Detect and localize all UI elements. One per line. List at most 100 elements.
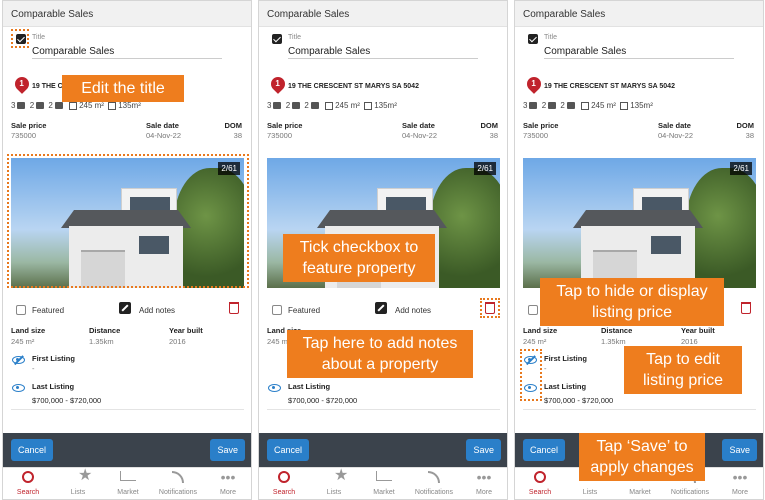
property-address: 19 THE CRESCENT ST MARYS SA 5042 bbox=[288, 83, 419, 90]
tab-search[interactable]: Search bbox=[515, 468, 565, 499]
screen-header: Comparable Sales bbox=[259, 1, 507, 27]
bed-icon bbox=[529, 102, 538, 110]
first-listing-value[interactable]: - bbox=[32, 364, 35, 373]
chart-icon bbox=[120, 471, 136, 481]
distance-value: 1.35km bbox=[89, 337, 114, 346]
map-pin-icon: 1 bbox=[268, 74, 288, 94]
land-icon bbox=[69, 101, 78, 110]
last-listing-value[interactable]: $700,000 - $720,000 bbox=[544, 396, 613, 405]
dom-label: DOM bbox=[736, 121, 755, 130]
tab-notifications[interactable]: Notifications bbox=[409, 468, 459, 499]
eye-icon[interactable] bbox=[12, 384, 25, 392]
year-built-value: 2016 bbox=[169, 337, 186, 346]
trash-icon[interactable] bbox=[741, 302, 751, 314]
save-button[interactable]: Save bbox=[466, 439, 501, 461]
trash-icon[interactable] bbox=[229, 302, 239, 314]
tab-lists[interactable]: ★Lists bbox=[309, 468, 359, 499]
first-listing-value[interactable]: - bbox=[544, 364, 547, 373]
tab-notifications[interactable]: Notifications bbox=[153, 468, 203, 499]
baths-count: 2 bbox=[541, 101, 547, 110]
land-area: 245 m² bbox=[79, 101, 104, 110]
bath-icon bbox=[548, 102, 557, 110]
baths-count: 2 bbox=[29, 101, 35, 110]
floor-icon bbox=[620, 101, 629, 110]
featured-checkbox[interactable] bbox=[272, 305, 282, 315]
tab-lists[interactable]: ★Lists bbox=[53, 468, 103, 499]
tab-search[interactable]: Search bbox=[3, 468, 53, 499]
year-built-value: 2016 bbox=[681, 337, 698, 346]
distance-label: Distance bbox=[89, 326, 121, 335]
sale-date-label: Sale date bbox=[402, 121, 435, 130]
last-listing-value[interactable]: $700,000 - $720,000 bbox=[32, 396, 101, 405]
property-features: 3 2 2 245 m² 135m² bbox=[523, 101, 653, 110]
dom-value: 38 bbox=[745, 131, 754, 140]
bath-icon bbox=[292, 102, 301, 110]
land-size-value: 245 m² bbox=[11, 337, 35, 346]
title-input[interactable] bbox=[544, 44, 734, 59]
title-checkbox-highlight bbox=[11, 29, 29, 48]
floor-area: 135m² bbox=[374, 101, 397, 110]
screen-header: Comparable Sales bbox=[3, 1, 251, 27]
property-photo[interactable]: 2/61 bbox=[523, 158, 756, 288]
tab-search[interactable]: Search bbox=[259, 468, 309, 499]
year-built-label: Year built bbox=[169, 326, 203, 335]
sale-price-value: 735000 bbox=[523, 131, 549, 140]
cars-count: 2 bbox=[304, 101, 309, 110]
title-checkbox[interactable] bbox=[528, 34, 538, 44]
beds-count: 3 bbox=[523, 101, 528, 110]
map-pin-icon: 1 bbox=[524, 74, 544, 94]
sale-price-value: 735000 bbox=[11, 131, 37, 140]
property-features: 3 2 2 245 m² 135m² bbox=[11, 101, 141, 110]
more-icon: ••• bbox=[732, 469, 748, 485]
tab-more[interactable]: ••• More bbox=[715, 468, 763, 499]
year-built-label: Year built bbox=[681, 326, 715, 335]
action-bar: Cancel Save bbox=[259, 433, 507, 467]
tab-more[interactable]: ••• More bbox=[203, 468, 251, 499]
property-address: 19 THE C bbox=[32, 83, 63, 90]
beds-count: 3 bbox=[11, 101, 16, 110]
title-checkbox[interactable] bbox=[272, 34, 282, 44]
title-input[interactable] bbox=[288, 44, 478, 59]
save-button[interactable]: Save bbox=[210, 439, 245, 461]
more-icon: ••• bbox=[220, 469, 236, 485]
add-notes-label[interactable]: Add notes bbox=[395, 306, 431, 315]
eye-icon[interactable] bbox=[268, 384, 281, 392]
tab-market[interactable]: Market bbox=[359, 468, 409, 499]
more-icon: ••• bbox=[476, 469, 492, 485]
photo-counter: 2/61 bbox=[474, 162, 496, 175]
car-icon bbox=[566, 102, 575, 110]
first-listing-label: First Listing bbox=[544, 354, 587, 363]
cancel-button[interactable]: Cancel bbox=[11, 439, 54, 461]
title-input[interactable] bbox=[32, 44, 222, 59]
search-icon bbox=[278, 471, 290, 483]
dom-label: DOM bbox=[224, 121, 243, 130]
land-size-label: Land size bbox=[523, 326, 558, 335]
cancel-button[interactable]: Cancel bbox=[523, 439, 566, 461]
featured-checkbox[interactable] bbox=[16, 305, 26, 315]
save-button[interactable]: Save bbox=[722, 439, 757, 461]
add-notes-label[interactable]: Add notes bbox=[139, 306, 175, 315]
cancel-button[interactable]: Cancel bbox=[267, 439, 310, 461]
tab-market[interactable]: Market bbox=[103, 468, 153, 499]
tutorial-stage: Comparable Sales Title 1 19 THE C 3 2 2 … bbox=[0, 0, 765, 500]
sale-date-label: Sale date bbox=[658, 121, 691, 130]
featured-checkbox[interactable] bbox=[528, 305, 538, 315]
last-listing-value[interactable]: $700,000 - $720,000 bbox=[288, 396, 357, 405]
title-label: Title bbox=[288, 34, 301, 41]
edit-notes-icon[interactable] bbox=[375, 302, 387, 314]
rss-icon bbox=[172, 471, 184, 483]
eye-off-icon[interactable] bbox=[12, 356, 25, 364]
photo-highlight bbox=[7, 154, 249, 288]
sale-date-value: 04-Nov-22 bbox=[146, 131, 182, 140]
sale-price-label: Sale price bbox=[267, 121, 303, 130]
land-icon bbox=[581, 101, 590, 110]
divider bbox=[11, 409, 244, 410]
chart-icon bbox=[376, 471, 392, 481]
search-icon bbox=[22, 471, 34, 483]
last-listing-label: Last Listing bbox=[288, 382, 331, 391]
trash-highlight bbox=[480, 298, 500, 318]
last-listing-label: Last Listing bbox=[544, 382, 587, 391]
tab-more[interactable]: ••• More bbox=[459, 468, 507, 499]
edit-notes-icon[interactable] bbox=[119, 302, 131, 314]
callout-edit-listing-price: Tap to edit listing price bbox=[624, 346, 742, 394]
